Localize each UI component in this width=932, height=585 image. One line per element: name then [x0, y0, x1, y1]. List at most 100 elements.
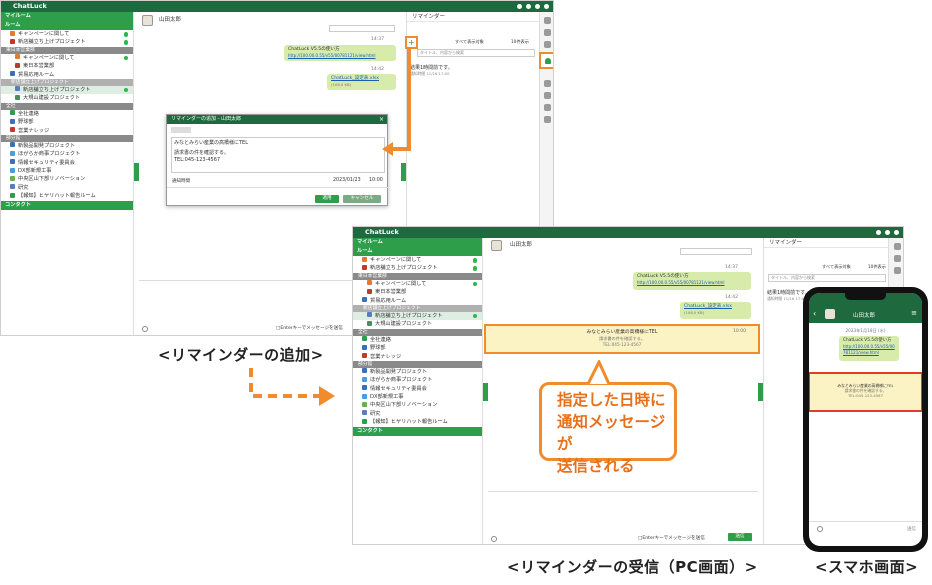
sidebar-subgroup[interactable]: 新店舗立上げプロジェクト: [1, 78, 133, 86]
search-input[interactable]: [329, 25, 395, 32]
enter-toggle[interactable]: □Enterキーでメッセージを送信: [276, 325, 343, 331]
message-link[interactable]: http://100.00.0.55/v55/00781121/view.htm…: [637, 280, 725, 285]
refresh-icon[interactable]: [517, 4, 522, 9]
filter-select[interactable]: すべて表示対象: [822, 264, 851, 270]
reminder-item-text[interactable]: 結果1時間前です。: [767, 289, 810, 296]
time-field[interactable]: 10:00: [369, 178, 383, 183]
sidebar-room-item[interactable]: DX部新規工事: [353, 393, 482, 401]
sidebar-room-item[interactable]: ほがらか商事プロジェクト: [353, 376, 482, 384]
menu-icon[interactable]: ≡: [911, 309, 917, 317]
sidebar-group[interactable]: 東日本営業部: [353, 272, 482, 280]
collapse-handle[interactable]: [134, 163, 139, 181]
emoji-icon[interactable]: [491, 536, 497, 542]
user-icon[interactable]: [893, 243, 901, 250]
sidebar-room-item[interactable]: ほがらか商事プロジェクト: [1, 150, 133, 158]
count-select[interactable]: 10件表示: [511, 39, 529, 45]
sidebar-room-item[interactable]: 野球部: [353, 344, 482, 352]
sidebar-room-item[interactable]: 全社連絡: [1, 110, 133, 118]
attach-icon[interactable]: [544, 92, 551, 99]
sidebar-room-item[interactable]: 情報セキュリティ委員会: [1, 159, 133, 167]
sidebar-room-item[interactable]: 営業ナレッジ: [1, 127, 133, 135]
sidebar-room-item[interactable]: 研究: [1, 184, 133, 192]
search-icon[interactable]: [544, 104, 551, 111]
reminder-bell-icon[interactable]: [539, 52, 553, 69]
phone-send-button[interactable]: 送信: [907, 526, 916, 532]
phone-reminder-notice[interactable]: みなとみらい産業の高橋様にTEL 請求書の件を確認する。 TEL:045-123…: [809, 372, 922, 412]
count-select[interactable]: 10件表示: [868, 264, 886, 270]
sidebar-group[interactable]: 全社: [1, 102, 133, 110]
message-link[interactable]: http://100.00.0.55/v55/00781121/view.htm…: [843, 344, 895, 356]
sidebar-room-item[interactable]: 【報知】ヒヤリハット報告ルーム: [1, 192, 133, 200]
sidebar-room-item[interactable]: キャンペーンに関して: [353, 280, 482, 288]
send-button[interactable]: 送信: [728, 533, 752, 541]
sidebar-contacts[interactable]: コンタクト: [1, 200, 133, 210]
enter-toggle[interactable]: □Enterキーでメッセージを送信: [638, 535, 705, 541]
sidebar-room-item[interactable]: 新店舗立ち上げプロジェクト: [1, 38, 133, 46]
refresh-icon[interactable]: [876, 230, 881, 235]
export-icon[interactable]: [526, 4, 531, 9]
sidebar-room-item[interactable]: 研究: [353, 410, 482, 418]
sidebar-room-item[interactable]: 新製品開発プロジェクト: [353, 368, 482, 376]
reminder-search-input[interactable]: タイトル、内容から検索: [768, 274, 886, 282]
reminder-content-field[interactable]: みなとみらい産業の高橋様にTEL 請求書の件を確認する。 TEL:045-123…: [171, 137, 385, 173]
sidebar-room-item[interactable]: 新店舗立ち上げプロジェクト: [353, 264, 482, 272]
filter-select[interactable]: すべて表示対象: [455, 39, 484, 45]
sidebar-room-item[interactable]: 新製品開発プロジェクト: [1, 142, 133, 150]
apply-button[interactable]: 適用: [315, 195, 339, 203]
sidebar-room-item[interactable]: 大規山建設プロジェクト: [353, 320, 482, 328]
sidebar-group[interactable]: 全社: [353, 328, 482, 336]
reminder-notice[interactable]: みなとみらい産業の高橋様にTEL 請求書の件を確認する。 TEL:045-123…: [484, 324, 760, 354]
sidebar-room-item[interactable]: キャンペーンに関して: [1, 54, 133, 62]
settings-icon[interactable]: [544, 4, 549, 9]
cancel-button[interactable]: キャンセル: [343, 195, 381, 203]
calendar-icon[interactable]: [544, 41, 551, 48]
sidebar-contacts[interactable]: コンタクト: [353, 426, 482, 436]
sidebar-room-item[interactable]: 【報知】ヒヤリハット報告ルーム: [353, 418, 482, 426]
user-icon[interactable]: [544, 17, 551, 24]
format-toolbar[interactable]: [171, 127, 191, 133]
user-icon[interactable]: [894, 230, 899, 235]
message-link[interactable]: http://100.00.0.55/v55/00781121/view.htm…: [288, 53, 376, 58]
emoji-icon[interactable]: [142, 326, 148, 332]
sidebar-rooms-header[interactable]: ルーム: [1, 21, 133, 30]
app-header: ChatLuck: [353, 227, 903, 238]
sidebar-room-item[interactable]: キャンペーンに関して: [353, 256, 482, 264]
contacts-icon[interactable]: [544, 29, 551, 36]
sidebar-room-item[interactable]: 情報セキュリティ委員会: [353, 385, 482, 393]
at-icon[interactable]: [544, 116, 551, 123]
sidebar-room-item[interactable]: キャンペーンに関して: [1, 30, 133, 38]
sidebar-room-item[interactable]: 東日本営業部: [1, 62, 133, 70]
sidebar-room-item[interactable]: 営業ナレッジ: [353, 353, 482, 361]
back-icon[interactable]: ‹: [813, 309, 816, 318]
emoji-icon[interactable]: [817, 526, 823, 532]
link-icon[interactable]: [544, 80, 551, 87]
user-icon[interactable]: [535, 4, 540, 9]
sidebar-room-item[interactable]: 新店舗立ち上げプロジェクト: [1, 85, 133, 95]
sidebar-room-item[interactable]: 中央区山下部リノベーション: [353, 401, 482, 409]
search-input[interactable]: [680, 248, 752, 255]
sidebar-subgroup[interactable]: 新店舗立上げプロジェクト: [353, 304, 482, 312]
date-field[interactable]: 2023/01/23: [333, 178, 361, 183]
file-link[interactable]: ChatLuck_設定表.xlsx: [331, 76, 379, 81]
sidebar-room-item[interactable]: 貿易応用ルーム: [1, 71, 133, 79]
sidebar-group[interactable]: 部分館: [1, 134, 133, 142]
file-bubble[interactable]: ChatLuck_設定表.xlsx (108.0 KB): [680, 302, 751, 319]
sidebar-room-item[interactable]: 野球部: [1, 118, 133, 126]
sidebar-group[interactable]: 東日本営業部: [1, 46, 133, 54]
reminder-search-input[interactable]: タイトル、内容から検索: [417, 49, 535, 57]
export-icon[interactable]: [885, 230, 890, 235]
contacts-icon[interactable]: [893, 255, 901, 262]
sidebar-room-item[interactable]: 大規山建設プロジェクト: [1, 94, 133, 102]
sidebar-group[interactable]: 部分館: [353, 360, 482, 368]
sidebar-room-item[interactable]: 貿易応用ルーム: [353, 297, 482, 305]
sidebar-room-item[interactable]: 全社連絡: [353, 336, 482, 344]
sidebar-myroom[interactable]: マイルーム: [353, 238, 482, 247]
calendar-icon[interactable]: [893, 267, 901, 274]
sidebar-myroom[interactable]: マイルーム: [1, 12, 133, 21]
sidebar-room-item[interactable]: DX部新規工事: [1, 167, 133, 175]
sidebar-room-item[interactable]: 新店舗立ち上げプロジェクト: [353, 311, 482, 321]
sidebar-rooms-header[interactable]: ルーム: [353, 247, 482, 256]
sidebar-room-item[interactable]: 中央区山下部リノベーション: [1, 175, 133, 183]
file-link[interactable]: ChatLuck_設定表.xlsx: [684, 304, 732, 309]
sidebar-room-item[interactable]: 東日本営業部: [353, 288, 482, 296]
